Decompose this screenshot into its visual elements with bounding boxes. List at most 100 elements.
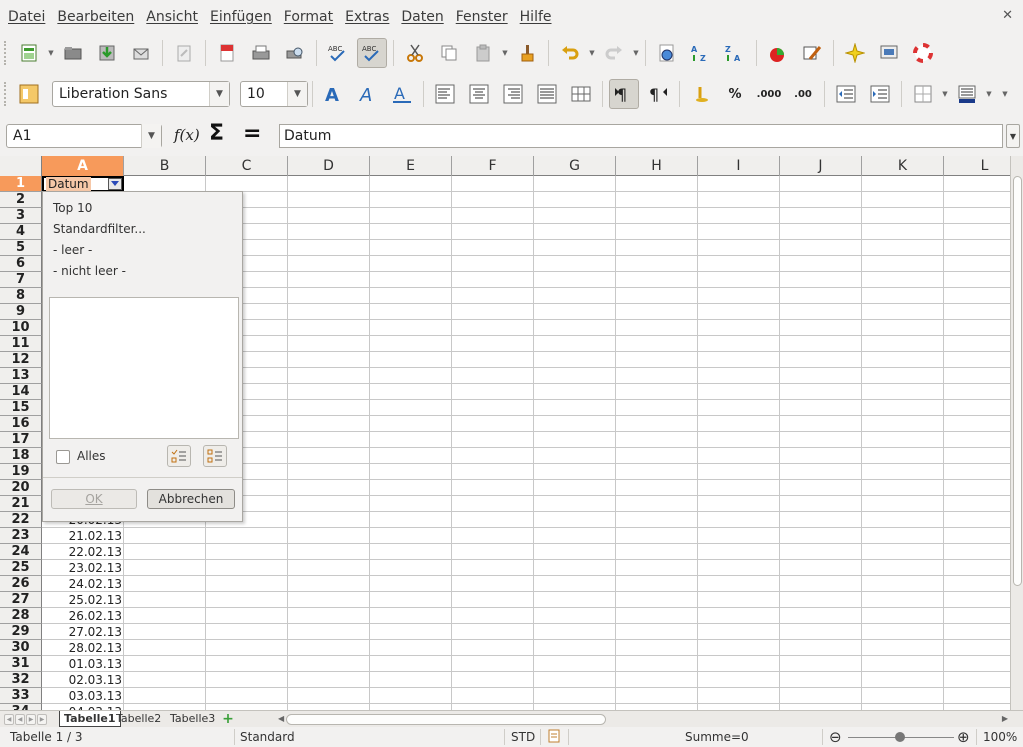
bold-icon[interactable]: A xyxy=(319,79,349,109)
menu-einfuegen[interactable]: Einfügen xyxy=(204,0,278,34)
ok-button[interactable]: OK xyxy=(51,489,137,509)
select-current-icon[interactable] xyxy=(167,445,191,467)
row-header-18[interactable]: 18 xyxy=(0,448,42,464)
autofilter-button[interactable] xyxy=(108,178,122,190)
undo-dropdown-icon[interactable]: ▼ xyxy=(587,38,597,68)
row-header-1[interactable]: 1 xyxy=(0,176,42,192)
clone-formatting-icon[interactable] xyxy=(512,38,542,68)
name-box[interactable]: A1 ▼ xyxy=(6,124,162,148)
percent-icon[interactable]: % xyxy=(720,79,750,109)
toolbar-overflow-icon[interactable]: ▼ xyxy=(1000,79,1010,109)
menu-hilfe[interactable]: Hilfe xyxy=(514,0,558,34)
function-wizard-icon[interactable]: f(x) xyxy=(174,126,200,144)
cell-a32[interactable]: 02.03.13 xyxy=(42,672,124,688)
row-header-7[interactable]: 7 xyxy=(0,272,42,288)
row-header-21[interactable]: 21 xyxy=(0,496,42,512)
selection-mode[interactable]: STD xyxy=(511,730,535,744)
cell-a25[interactable]: 23.02.13 xyxy=(42,560,124,576)
add-decimal-icon[interactable]: .000 xyxy=(754,79,784,109)
sort-descending-icon[interactable]: ZA xyxy=(720,38,750,68)
align-left-icon[interactable] xyxy=(430,79,460,109)
row-header-20[interactable]: 20 xyxy=(0,480,42,496)
column-header-j[interactable]: J xyxy=(780,156,862,176)
draw-functions-icon[interactable] xyxy=(797,38,827,68)
close-document-icon[interactable]: ✕ xyxy=(1002,8,1013,23)
row-header-14[interactable]: 14 xyxy=(0,384,42,400)
print-preview-icon[interactable] xyxy=(280,38,310,68)
align-right-icon[interactable] xyxy=(498,79,528,109)
first-sheet-icon[interactable]: ◀ xyxy=(4,714,14,725)
cell-a31[interactable]: 01.03.13 xyxy=(42,656,124,672)
cell-a26[interactable]: 24.02.13 xyxy=(42,576,124,592)
paste-icon[interactable] xyxy=(468,38,498,68)
row-header-31[interactable]: 31 xyxy=(0,656,42,672)
cell-a1[interactable]: Datum xyxy=(42,176,124,192)
row-header-5[interactable]: 5 xyxy=(0,240,42,256)
zoom-level[interactable]: 100% xyxy=(983,730,1017,744)
help-lifebuoy-icon[interactable] xyxy=(908,38,938,68)
prev-sheet-icon[interactable]: ◀ xyxy=(15,714,25,725)
scroll-right-icon[interactable]: ▶ xyxy=(1002,714,1008,723)
filter-empty[interactable]: - leer - xyxy=(53,243,92,257)
row-header-27[interactable]: 27 xyxy=(0,592,42,608)
font-name-combo[interactable]: Liberation Sans ▼ xyxy=(52,81,230,107)
menu-format[interactable]: Format xyxy=(278,0,339,34)
row-header-16[interactable]: 16 xyxy=(0,416,42,432)
function-icon[interactable]: = xyxy=(243,121,261,146)
page-style[interactable]: Standard xyxy=(240,730,295,744)
menu-bearbeiten[interactable]: Bearbeiten xyxy=(51,0,140,34)
row-header-24[interactable]: 24 xyxy=(0,544,42,560)
last-sheet-icon[interactable]: ▶ xyxy=(37,714,47,725)
underline-icon[interactable]: A xyxy=(387,79,417,109)
filter-top10[interactable]: Top 10 xyxy=(53,201,92,215)
next-sheet-icon[interactable]: ▶ xyxy=(26,714,36,725)
filter-values-list[interactable] xyxy=(49,297,239,439)
column-header-f[interactable]: F xyxy=(452,156,534,176)
menu-ansicht[interactable]: Ansicht xyxy=(140,0,204,34)
chevron-down-icon[interactable]: ▼ xyxy=(141,124,161,148)
row-header-30[interactable]: 30 xyxy=(0,640,42,656)
menu-fenster[interactable]: Fenster xyxy=(450,0,514,34)
row-header-33[interactable]: 33 xyxy=(0,688,42,704)
italic-icon[interactable]: A xyxy=(353,79,383,109)
row-header-8[interactable]: 8 xyxy=(0,288,42,304)
row-header-3[interactable]: 3 xyxy=(0,208,42,224)
row-header-22[interactable]: 22 xyxy=(0,512,42,528)
row-header-10[interactable]: 10 xyxy=(0,320,42,336)
chevron-down-icon[interactable]: ▼ xyxy=(287,82,307,106)
hyperlink-icon[interactable] xyxy=(652,38,682,68)
zoom-slider-knob[interactable] xyxy=(895,732,905,742)
column-header-d[interactable]: D xyxy=(288,156,370,176)
row-header-28[interactable]: 28 xyxy=(0,608,42,624)
row-header-23[interactable]: 23 xyxy=(0,528,42,544)
paste-dropdown-icon[interactable]: ▼ xyxy=(500,38,510,68)
cell-a24[interactable]: 22.02.13 xyxy=(42,544,124,560)
export-pdf-icon[interactable] xyxy=(212,38,242,68)
scroll-left-icon[interactable]: ◀ xyxy=(278,714,284,723)
chart-icon[interactable] xyxy=(763,38,793,68)
sort-ascending-icon[interactable]: AZ xyxy=(686,38,716,68)
toolbar-grip[interactable] xyxy=(4,41,8,65)
cell-a28[interactable]: 26.02.13 xyxy=(42,608,124,624)
zoom-out-icon[interactable]: ⊖ xyxy=(829,728,842,746)
column-header-l[interactable]: L xyxy=(944,156,1010,176)
row-header-19[interactable]: 19 xyxy=(0,464,42,480)
autospellcheck-icon[interactable]: ABC xyxy=(357,38,387,68)
column-header-e[interactable]: E xyxy=(370,156,452,176)
horizontal-scrollbar[interactable]: ◀ ▶ xyxy=(278,713,1008,726)
expand-formula-bar-icon[interactable]: ▼ xyxy=(1006,124,1020,148)
column-header-h[interactable]: H xyxy=(616,156,698,176)
column-header-g[interactable]: G xyxy=(534,156,616,176)
row-header-26[interactable]: 26 xyxy=(0,576,42,592)
cancel-button[interactable]: Abbrechen xyxy=(147,489,235,509)
sum-icon[interactable]: Σ xyxy=(209,121,224,146)
select-all-corner[interactable] xyxy=(0,156,42,176)
increase-indent-icon[interactable] xyxy=(865,79,895,109)
cell-a33[interactable]: 03.03.13 xyxy=(42,688,124,704)
row-header-12[interactable]: 12 xyxy=(0,352,42,368)
currency-icon[interactable] xyxy=(686,79,716,109)
redo-icon[interactable] xyxy=(599,38,629,68)
cell-a29[interactable]: 27.02.13 xyxy=(42,624,124,640)
chevron-down-icon[interactable]: ▼ xyxy=(209,82,229,106)
column-header-a[interactable]: A xyxy=(42,156,124,176)
